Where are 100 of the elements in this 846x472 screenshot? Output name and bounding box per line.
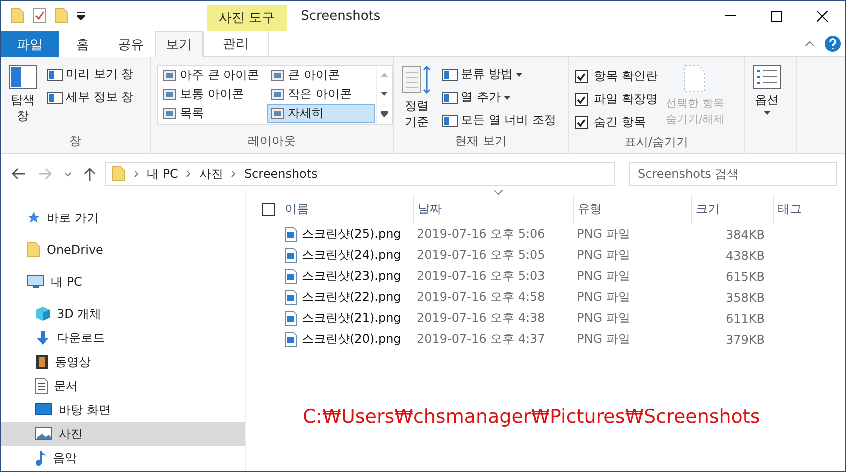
table-cell-text: PNG 파일 bbox=[576, 331, 632, 348]
sort-icon bbox=[402, 65, 432, 95]
pane-icon bbox=[442, 68, 458, 80]
nav-item[interactable]: 음악 bbox=[1, 446, 245, 470]
column-header[interactable]: 이름 bbox=[281, 194, 413, 224]
file-name[interactable]: 스크린샷(23).png bbox=[281, 268, 413, 285]
table-cell-text: 2019-07-16 오후 4:37 bbox=[416, 331, 546, 348]
star-icon bbox=[27, 211, 41, 225]
table-cell-text: 438KB bbox=[724, 248, 766, 262]
collapse-ribbon-icon[interactable] bbox=[805, 40, 815, 46]
checkbox[interactable] bbox=[575, 93, 588, 106]
ribbon-tab[interactable]: 파일 bbox=[1, 31, 59, 57]
breadcrumb[interactable]: Screenshots bbox=[244, 167, 318, 181]
checkbox[interactable] bbox=[575, 116, 588, 129]
view-icon bbox=[271, 70, 284, 81]
image-file-icon bbox=[285, 290, 297, 305]
nav-item[interactable]: 문서 bbox=[1, 374, 245, 398]
navigation-pane-button[interactable]: 탐색 창 bbox=[7, 63, 39, 133]
chevron-icon bbox=[231, 170, 236, 178]
expand-gallery-icon[interactable] bbox=[381, 110, 388, 117]
close-icon bbox=[816, 10, 828, 22]
dropdown-caret-icon[interactable] bbox=[77, 12, 85, 20]
view-option-button[interactable]: 열 추가 bbox=[440, 88, 558, 107]
layout-option[interactable]: 자세히 bbox=[267, 104, 375, 123]
window-title: Screenshots bbox=[300, 8, 382, 26]
monitor-icon bbox=[35, 403, 53, 417]
select-all-checkbox[interactable] bbox=[262, 202, 275, 216]
down-arrow-icon bbox=[35, 330, 51, 346]
checkbox-option[interactable]: 파일 확장명 bbox=[575, 88, 658, 111]
nav-item[interactable]: OneDrive bbox=[1, 238, 245, 262]
table-cell-text: PNG 파일 bbox=[576, 247, 632, 264]
layout-option[interactable]: 보통 아이콘 bbox=[159, 85, 267, 104]
view-icon bbox=[163, 70, 176, 81]
column-header[interactable]: 태그 bbox=[773, 194, 843, 224]
nav-item[interactable]: 바로 가기 bbox=[1, 206, 245, 230]
file-name[interactable]: 스크린샷(25).png bbox=[281, 226, 413, 243]
nav-item[interactable]: 내 PC bbox=[1, 270, 245, 294]
view-option-button[interactable]: 모든 열 너비 조정 bbox=[440, 111, 558, 130]
ribbon-tab[interactable]: 보기 bbox=[155, 31, 203, 57]
layout-option[interactable]: 큰 아이콘 bbox=[267, 66, 375, 85]
chevron-icon bbox=[134, 170, 139, 178]
dropdown-caret-icon bbox=[516, 72, 523, 76]
layout-option[interactable]: 작은 아이콘 bbox=[267, 85, 375, 104]
chevron-icon bbox=[186, 170, 192, 178]
layout-option[interactable]: 아주 큰 아이콘 bbox=[159, 66, 267, 85]
group-label: 표시/숨기기 bbox=[623, 134, 690, 151]
table-cell-text: 2019-07-16 오후 5:06 bbox=[416, 226, 546, 243]
group-label: 창 bbox=[68, 133, 82, 150]
path-annotation: C:₩Users₩chsmanager₩Pictures₩Screenshots bbox=[303, 406, 762, 428]
file-name[interactable]: 스크린샷(20).png bbox=[281, 331, 413, 348]
sort-caret-icon bbox=[494, 190, 502, 195]
table-cell-text: 358KB bbox=[724, 290, 766, 304]
column-header[interactable]: 크기 bbox=[691, 194, 773, 224]
table-cell-text: 2019-07-16 오후 4:38 bbox=[416, 310, 546, 327]
view-option-button[interactable]: 분류 방법 bbox=[440, 65, 558, 84]
table-cell-text: PNG 파일 bbox=[576, 310, 632, 327]
group-label: 현재 보기 bbox=[454, 133, 508, 150]
scroll-down-icon[interactable] bbox=[381, 92, 388, 96]
checklist-icon[interactable] bbox=[33, 8, 47, 24]
computer-icon bbox=[27, 275, 45, 289]
image-file-icon bbox=[285, 311, 297, 326]
address-bar[interactable]: 내 PC 사진 Screenshots bbox=[105, 162, 615, 186]
nav-item[interactable]: 다운로드 bbox=[1, 326, 245, 350]
file-name[interactable]: 스크린샷(22).png bbox=[281, 289, 413, 306]
nav-item[interactable]: 사진 bbox=[1, 422, 245, 446]
column-header[interactable]: 유형 bbox=[573, 194, 691, 224]
table-cell-text: 384KB bbox=[724, 228, 766, 242]
sort-by-button[interactable]: 정렬 기준 bbox=[400, 63, 434, 133]
folder-icon bbox=[27, 242, 41, 258]
breadcrumb[interactable]: 내 PC bbox=[147, 166, 178, 182]
checkbox[interactable] bbox=[575, 70, 588, 83]
layout-option[interactable]: 목록 bbox=[159, 104, 267, 123]
options-button[interactable]: 옵션 bbox=[751, 63, 783, 153]
page-icon bbox=[684, 65, 706, 93]
folder-icon bbox=[55, 8, 69, 24]
pane-icon bbox=[47, 92, 63, 104]
pane-toggle-button[interactable]: 세부 정보 창 bbox=[45, 88, 136, 107]
ribbon-tab[interactable]: 관리 bbox=[203, 31, 269, 56]
table-cell-text: PNG 파일 bbox=[576, 226, 632, 243]
cube-icon bbox=[35, 306, 51, 322]
music-note-icon bbox=[35, 450, 47, 466]
nav-item[interactable]: 바탕 화면 bbox=[1, 398, 245, 422]
file-name[interactable]: 스크린샷(21).png bbox=[281, 310, 413, 327]
view-icon bbox=[163, 89, 176, 100]
checkbox-option[interactable]: 숨긴 항목 bbox=[575, 111, 658, 134]
options-list-icon bbox=[753, 65, 781, 89]
pane-toggle-button[interactable]: 미리 보기 창 bbox=[45, 65, 136, 84]
help-icon[interactable] bbox=[825, 36, 841, 52]
file-name[interactable]: 스크린샷(24).png bbox=[281, 247, 413, 264]
dropdown-caret-icon bbox=[504, 96, 511, 100]
column-header[interactable]: 날짜 bbox=[413, 194, 573, 224]
search-field[interactable]: Screenshots 검색 bbox=[629, 162, 837, 186]
breadcrumb[interactable]: 사진 bbox=[199, 166, 224, 182]
table-cell-text: 615KB bbox=[724, 270, 766, 284]
table-cell-text: 379KB bbox=[724, 332, 766, 346]
folder-icon bbox=[112, 166, 126, 182]
nav-item[interactable]: 동영상 bbox=[1, 350, 245, 374]
pane-icon bbox=[47, 68, 63, 80]
checkbox-option[interactable]: 항목 확인란 bbox=[575, 65, 658, 88]
nav-item[interactable]: 3D 개체 bbox=[1, 302, 245, 326]
